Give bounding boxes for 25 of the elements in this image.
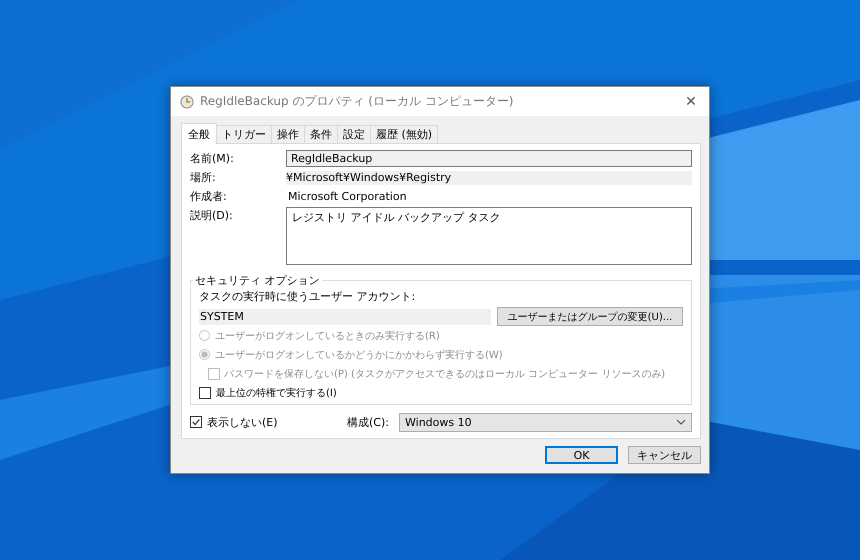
cancel-button[interactable]: キャンセル <box>628 446 701 464</box>
description-field[interactable]: レジストリ アイドル バックアップ タスク <box>286 207 692 265</box>
account-value: SYSTEM <box>199 308 491 324</box>
group-title: セキュリティ オプション <box>194 273 320 288</box>
field-label: 説明(D): <box>190 208 234 224</box>
field-label: 場所: <box>190 170 217 186</box>
account-label: タスクの実行時に使うユーザー アカウント: <box>199 289 416 304</box>
change-user-button[interactable]: ユーザーまたはグループの変更(U)... <box>497 307 683 326</box>
field-label: 作成者: <box>190 189 228 205</box>
close-button[interactable]: ✕ <box>673 88 709 116</box>
option-label: 表示しない(E) <box>207 414 279 430</box>
author-value: Microsoft Corporation <box>287 189 408 205</box>
option-label: ユーザーがログオンしているかどうかにかかわらず実行する(W) <box>215 348 503 362</box>
config-dropdown[interactable]: Windows 10 <box>399 412 692 432</box>
option-label: ユーザーがログオンしているときのみ実行する(R) <box>215 330 440 342</box>
window-title: RegIdleBackup のプロパティ (ローカル コンピューター) <box>200 93 514 110</box>
location-value: ¥Microsoft¥Windows¥Registry <box>286 171 692 185</box>
tab[interactable]: 履歴 (無効) <box>370 125 438 143</box>
name-field[interactable]: RegIdleBackup <box>286 150 692 167</box>
option-label: パスワードを保存しない(P) (タスクがアクセスできるのはローカル コンピューター リソースのみ) <box>224 368 666 380</box>
option-label: 最上位の特権で実行する(I) <box>216 386 337 400</box>
field-label: 名前(M): <box>190 151 235 167</box>
ok-button[interactable]: OK <box>545 446 618 464</box>
tab[interactable]: 全般 <box>181 123 217 144</box>
config-label: 構成(C): <box>347 414 390 430</box>
